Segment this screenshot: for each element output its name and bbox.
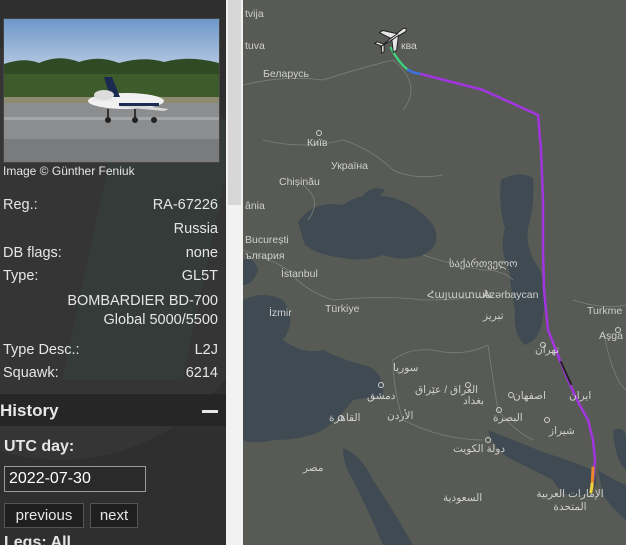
map-label-shiraz: شیراز <box>549 425 575 437</box>
squawk-label: Squawk: <box>3 365 59 381</box>
typedesc-value: L2J <box>194 342 218 358</box>
map-label-uae: الإمارات العربية المتحدة <box>536 488 604 513</box>
type-full-2: Global 5000/5500 <box>103 312 219 328</box>
map-view[interactable]: tvija tuva ква Беларусь Київ Україна Chi… <box>243 0 626 545</box>
typedesc-row: Type Desc.: L2J <box>3 342 218 358</box>
dbflags-value: none <box>185 245 218 261</box>
map-label-syria: سوريا <box>393 362 419 374</box>
photo-credit[interactable]: Image © Günther Feniuk <box>3 164 135 178</box>
aircraft-photo[interactable] <box>3 18 220 163</box>
map-label-georgia: საქართველო <box>449 258 518 270</box>
map-label-bulgaria: ългария <box>245 250 285 262</box>
reg-row: Reg.: RA-67226 <box>3 197 218 213</box>
map-label-tabriz: تبریز <box>483 310 504 322</box>
type-full-1: BOMBARDIER BD-700 <box>67 293 218 309</box>
map-label-iran: ایران <box>569 390 592 402</box>
type-value: GL5T <box>181 268 218 284</box>
map-label-belarus: Беларусь <box>263 68 309 80</box>
map-label-bucuresti: București <box>245 234 289 246</box>
map-label-izmir: İzmir <box>269 307 292 319</box>
map-label-kuwait: دولة الكويت <box>453 443 506 455</box>
map-label-turkiye: Türkiye <box>325 303 360 315</box>
map-label-istanbul: İstanbul <box>281 268 318 280</box>
typedesc-label: Type Desc.: <box>3 342 80 358</box>
map-label-turkmenistan: Turkme <box>587 305 623 317</box>
dbflags-label: DB flags: <box>3 245 62 261</box>
map-label-azerbaycan: Azərbaycan <box>483 289 539 301</box>
reg-label: Reg.: <box>3 197 38 213</box>
map-label-saudi: السعودية <box>443 492 483 504</box>
type-label: Type: <box>3 268 39 284</box>
map-label-damascus: دمشق <box>367 390 396 402</box>
map-label-cairo: القاهرة <box>329 412 361 424</box>
next-button[interactable]: next <box>90 503 138 528</box>
map-label-latvija: tvija <box>245 8 264 20</box>
map-label-isfahan: اصفهان <box>513 390 546 402</box>
map-label-tehran: تهران <box>535 344 560 356</box>
scrollbar-thumb[interactable] <box>228 0 241 205</box>
history-title: History <box>0 401 59 420</box>
map-label-misr: مصر <box>303 462 324 474</box>
info-sidebar: Image © Günther Feniuk Reg.: RA-67226 Ru… <box>0 0 226 545</box>
type-row: Type: GL5T <box>3 268 218 284</box>
squawk-value: 6214 <box>185 365 218 381</box>
aircraft-photo-image <box>4 19 219 162</box>
map-label-baghdad: بغداد <box>463 395 485 407</box>
collapse-icon[interactable] <box>200 400 220 418</box>
map-label-lietuva: tuva <box>245 40 265 52</box>
map-label-armenia: Հայաստան <box>427 289 492 301</box>
map-label-chisinau: Chișinău <box>279 176 320 188</box>
map-label-ukraina: Україна <box>331 160 369 172</box>
history-header[interactable]: History <box>0 394 226 426</box>
map-label-jordan: الأردن <box>387 410 414 422</box>
map-label-asgabat: Aşga <box>599 330 623 342</box>
previous-button[interactable]: previous <box>4 503 84 528</box>
reg-value: RA-67226 <box>152 197 218 213</box>
map-label-moskva: ква <box>401 40 417 52</box>
country-value: Russia <box>173 221 218 237</box>
utc-day-input[interactable] <box>4 466 146 492</box>
squawk-row: Squawk: 6214 <box>3 365 218 381</box>
panel-scrollbar[interactable] <box>226 0 243 545</box>
map-label-basra: البصرة <box>493 412 523 424</box>
dbflags-row: DB flags: none <box>3 245 218 261</box>
map-label-romania: ânia <box>245 200 265 212</box>
legs-label: Legs: All <box>4 534 71 545</box>
map-label-kyiv: Київ <box>307 137 328 149</box>
utc-day-label: UTC day: <box>4 438 75 455</box>
